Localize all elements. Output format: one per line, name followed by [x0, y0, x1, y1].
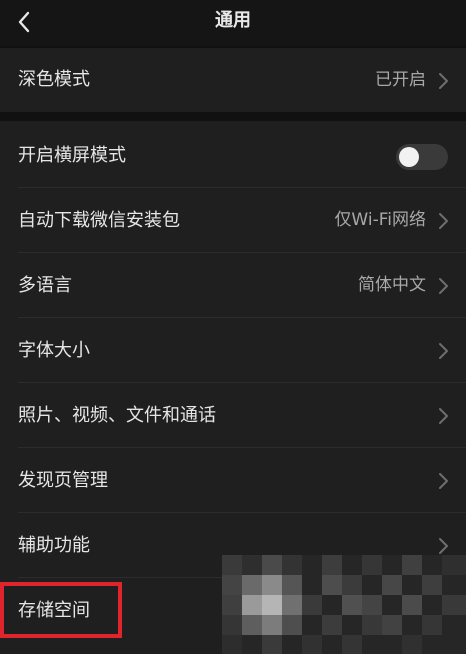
chevron-right-icon [439, 213, 448, 229]
font-size-row[interactable]: 字体大小 [0, 318, 466, 383]
chevron-right-icon [439, 538, 448, 554]
auto-download-value: 仅Wi-Fi网络 [334, 210, 426, 230]
toggle-knob [399, 147, 419, 167]
language-row[interactable]: 多语言 简体中文 [0, 253, 466, 318]
language-label: 多语言 [18, 275, 72, 296]
landscape-mode-toggle[interactable] [396, 144, 448, 170]
chevron-right-icon [439, 473, 448, 489]
chevron-right-icon [439, 408, 448, 424]
discover-management-row[interactable]: 发现页管理 [0, 448, 466, 513]
language-value: 简体中文 [358, 275, 426, 295]
auto-download-label: 自动下载微信安装包 [18, 210, 180, 231]
media-files-calls-row[interactable]: 照片、视频、文件和通话 [0, 383, 466, 448]
chevron-right-icon [439, 343, 448, 359]
mosaic-overlay [222, 555, 466, 654]
dark-mode-group: 深色模式 已开启 [0, 48, 466, 112]
accessibility-label: 辅助功能 [18, 535, 90, 556]
dark-mode-row[interactable]: 深色模式 已开启 [0, 48, 466, 112]
chevron-right-icon [439, 73, 448, 89]
discover-management-label: 发现页管理 [18, 470, 108, 491]
font-size-label: 字体大小 [18, 340, 90, 361]
auto-download-row[interactable]: 自动下载微信安装包 仅Wi-Fi网络 [0, 188, 466, 253]
landscape-mode-row: 开启横屏模式 [0, 123, 466, 188]
dark-mode-value: 已开启 [375, 70, 426, 90]
page-title: 通用 [215, 10, 251, 31]
media-files-calls-label: 照片、视频、文件和通话 [18, 405, 216, 426]
dark-mode-label: 深色模式 [18, 69, 90, 90]
highlight-box [0, 582, 122, 638]
landscape-mode-label: 开启横屏模式 [18, 145, 126, 166]
navigation-bar: 通用 [0, 0, 466, 46]
chevron-right-icon [439, 278, 448, 294]
